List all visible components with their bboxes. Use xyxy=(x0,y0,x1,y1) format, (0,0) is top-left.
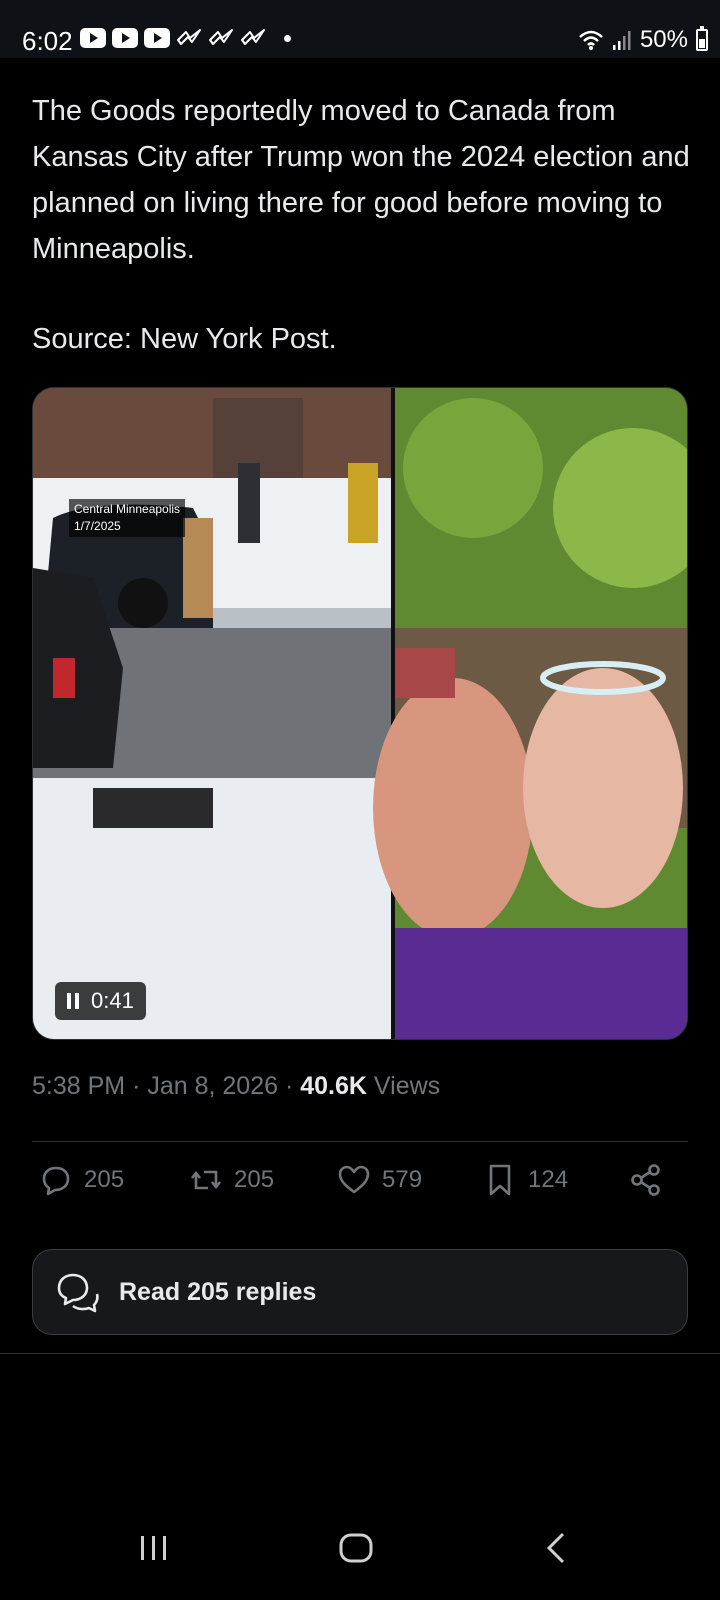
tweet-date: Jan 8, 2026 xyxy=(147,1072,279,1100)
repost-button[interactable]: 205 xyxy=(188,1162,274,1198)
read-replies-label: Read 205 replies xyxy=(119,1277,317,1306)
like-count: 579 xyxy=(382,1166,423,1193)
wifi-icon xyxy=(579,30,603,50)
person-plaid xyxy=(348,463,378,543)
car-taillight xyxy=(53,658,75,698)
system-nav-bar xyxy=(0,1500,720,1600)
status-time: 6:02 xyxy=(22,26,73,56)
repost-count: 205 xyxy=(234,1166,275,1193)
status-bar: 6:02 50% xyxy=(0,0,720,58)
bird-icon xyxy=(177,29,201,45)
action-bar: 205 205 579 124 xyxy=(38,1162,688,1212)
tweet-time: 5:38 PM xyxy=(32,1072,126,1100)
read-replies-button[interactable]: Read 205 replies xyxy=(32,1249,688,1335)
bookmark-button[interactable]: 124 xyxy=(482,1162,568,1198)
video-timer[interactable]: 0:41 xyxy=(55,982,146,1020)
suv-wheel xyxy=(118,578,168,628)
foliage xyxy=(403,398,543,538)
tweet-body: The Goods reportedly moved to Canada fro… xyxy=(32,95,690,265)
status-right: 50% xyxy=(578,26,708,54)
youtube-icon xyxy=(144,28,170,48)
bird-icon xyxy=(241,29,265,45)
meta-separator: · xyxy=(284,1072,294,1100)
pause-icon[interactable] xyxy=(67,993,79,1009)
notification-icons xyxy=(80,28,291,48)
views-label: Views xyxy=(373,1072,441,1100)
tweet-meta: 5:38 PM · Jan 8, 2026 · 40.6K Views xyxy=(32,1072,440,1101)
dot-icon xyxy=(284,34,291,42)
person-standing xyxy=(238,463,260,543)
cap xyxy=(395,648,455,698)
reply-icon xyxy=(42,1166,70,1196)
signal-icon xyxy=(612,31,631,50)
views-count[interactable]: 40.6K xyxy=(300,1072,367,1100)
video-duration: 0:41 xyxy=(91,988,134,1013)
bird-icon xyxy=(209,29,233,45)
battery-icon xyxy=(696,26,708,51)
youtube-icon xyxy=(112,28,138,48)
purple-shirts xyxy=(395,928,687,1039)
face-left xyxy=(373,678,533,938)
split-divider xyxy=(391,388,395,1039)
replies-bubble-icon xyxy=(57,1273,99,1313)
tweet-video[interactable]: Central Minneapolis 1/7/2025 0:41 xyxy=(32,387,688,1040)
tweet-text: The Goods reportedly moved to Canada fro… xyxy=(32,88,692,362)
person-walking xyxy=(183,518,213,618)
share-icon xyxy=(631,1164,660,1196)
battery-percent: 50% xyxy=(639,26,688,53)
like-button[interactable]: 579 xyxy=(336,1162,422,1198)
overlay-location: Central Minneapolis xyxy=(74,502,181,516)
tweet-source: Source: New York Post. xyxy=(32,323,337,355)
debris xyxy=(93,788,213,828)
face-right xyxy=(523,668,683,908)
share-button[interactable] xyxy=(628,1162,664,1198)
back-icon[interactable] xyxy=(541,1530,571,1566)
meta-separator: · xyxy=(132,1072,141,1100)
bookmark-count: 124 xyxy=(528,1166,569,1193)
bookmark-icon xyxy=(489,1164,511,1196)
heart-icon xyxy=(338,1165,370,1194)
reply-button[interactable]: 205 xyxy=(38,1162,124,1198)
video-thumbnail xyxy=(33,388,687,1039)
home-icon[interactable] xyxy=(337,1530,375,1566)
reply-count: 205 xyxy=(84,1166,125,1193)
divider xyxy=(32,1141,688,1142)
recent-apps-icon[interactable] xyxy=(137,1530,171,1564)
overlay-date: 1/7/2025 xyxy=(74,519,121,533)
divider xyxy=(0,1353,720,1354)
repost-icon xyxy=(190,1170,222,1190)
youtube-icon xyxy=(80,28,106,48)
video-overlay-label: Central Minneapolis 1/7/2025 xyxy=(69,499,186,537)
